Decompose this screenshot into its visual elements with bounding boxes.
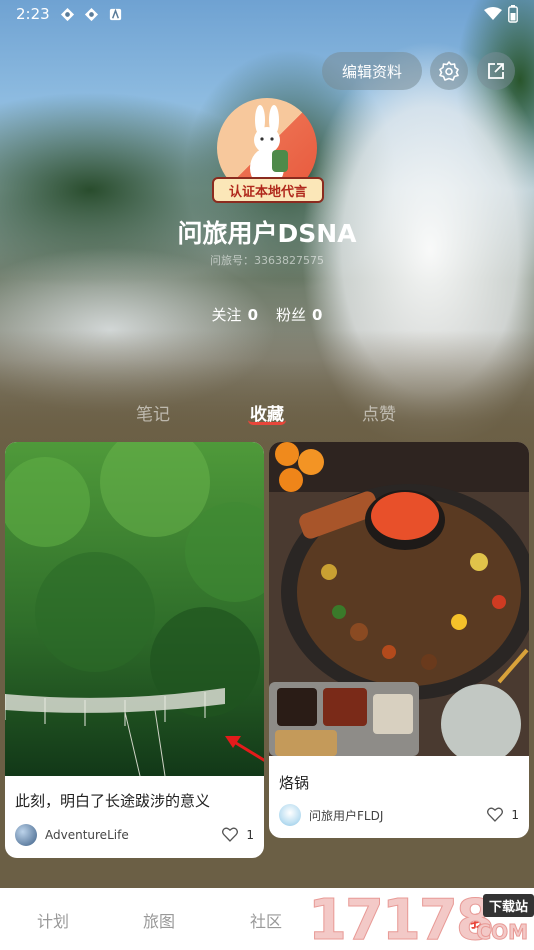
- author-name: AdventureLife: [45, 828, 129, 842]
- share-icon: [488, 63, 504, 79]
- verified-local-badge: 认证本地代言: [212, 177, 324, 203]
- favorite-card[interactable]: 烙锅 问旅用户FLDJ 1: [269, 442, 529, 838]
- card-author[interactable]: 问旅用户FLDJ: [279, 804, 383, 826]
- nav-travel-map[interactable]: 旅图: [143, 908, 175, 932]
- gear-icon: [439, 61, 459, 81]
- status-bar: 2:23: [0, 0, 534, 30]
- like-button[interactable]: 1: [487, 807, 519, 822]
- watermark-domain: COM: [476, 920, 529, 945]
- username: 问旅用户DSNA: [177, 219, 357, 248]
- heart-icon: [222, 827, 239, 842]
- content-tabs: 笔记 收藏 点赞: [0, 400, 534, 430]
- author-avatar: [15, 824, 37, 846]
- followers-stat[interactable]: 粉丝 0: [276, 304, 322, 325]
- hot-pot-food-image: [269, 442, 529, 756]
- tab-notes[interactable]: 笔记: [136, 400, 170, 425]
- nav-community[interactable]: 社区: [250, 908, 282, 932]
- edit-profile-button[interactable]: 编辑资料: [322, 52, 422, 90]
- like-count: 1: [246, 827, 254, 842]
- site-watermark: 17178 下载站 COM: [308, 886, 534, 950]
- notification-app-icon: [60, 7, 75, 22]
- like-count: 1: [511, 807, 519, 822]
- active-tab-indicator: [248, 420, 286, 425]
- background-fade: [0, 330, 534, 460]
- card-title: 烙锅: [279, 774, 310, 792]
- notification-app-icon: [84, 7, 99, 22]
- status-time: 2:23: [16, 5, 50, 23]
- following-stat[interactable]: 关注 0: [212, 304, 258, 325]
- battery-icon: [508, 5, 518, 23]
- card-title: 此刻，明白了长途跋涉的意义: [15, 792, 211, 810]
- user-id: 问旅号：3363827575: [210, 254, 324, 267]
- wifi-icon: [484, 7, 502, 20]
- annotation-arrow: [225, 736, 264, 762]
- share-button[interactable]: [477, 52, 515, 90]
- follow-stats: 关注 0 粉丝 0: [0, 304, 534, 325]
- author-avatar: [279, 804, 301, 826]
- watermark-digits: 17178: [308, 888, 496, 950]
- favorite-card[interactable]: 此刻，明白了长途跋涉的意义 AdventureLife 1: [5, 442, 264, 858]
- like-button[interactable]: 1: [222, 827, 254, 842]
- forest-bridge-image: [5, 442, 264, 776]
- tab-likes[interactable]: 点赞: [362, 400, 396, 425]
- heart-icon: [487, 807, 504, 822]
- card-author[interactable]: AdventureLife: [15, 824, 129, 846]
- nav-plan[interactable]: 计划: [37, 908, 69, 932]
- notification-a-icon: [109, 8, 122, 21]
- author-name: 问旅用户FLDJ: [309, 808, 384, 823]
- settings-button[interactable]: [430, 52, 468, 90]
- status-icons: [484, 5, 518, 23]
- watermark-tag: 下载站: [482, 894, 534, 917]
